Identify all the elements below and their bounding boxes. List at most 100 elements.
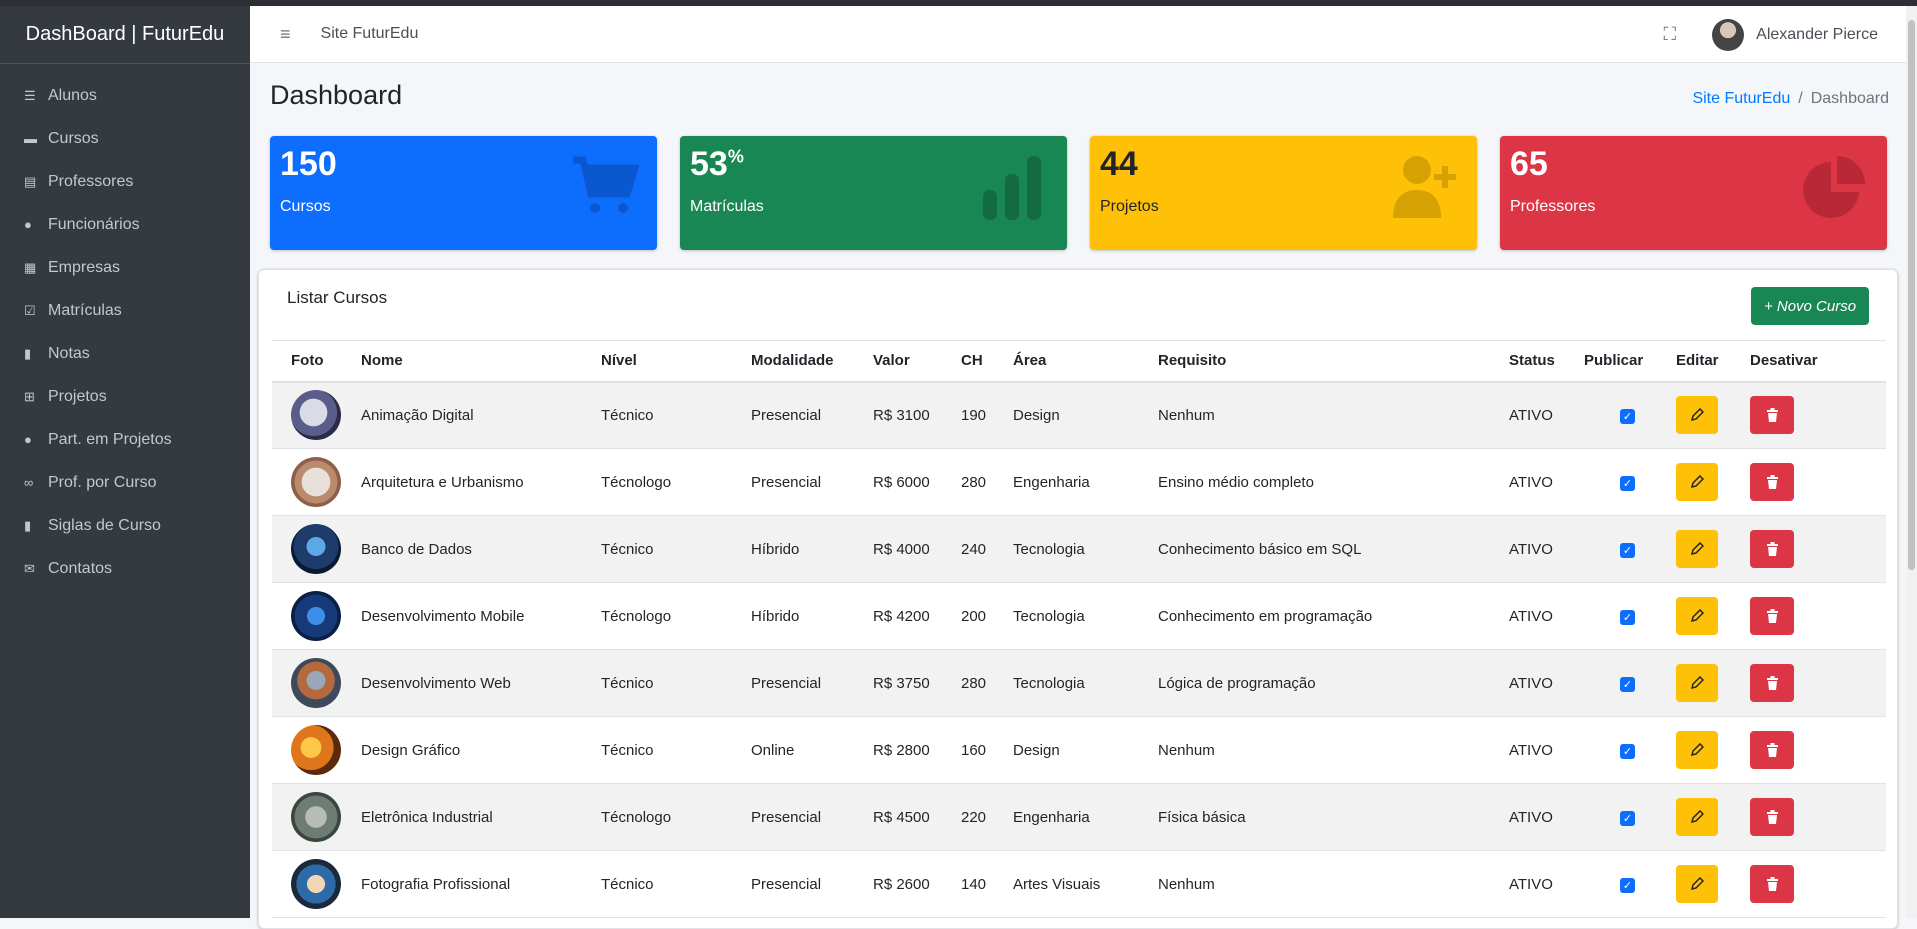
page-scrollbar[interactable] — [1906, 6, 1917, 918]
cell-modalidade: Presencial — [751, 448, 873, 516]
column-header-desativar[interactable]: Desativar — [1750, 340, 1886, 383]
publish-checkbox[interactable]: ✓ — [1620, 542, 1635, 558]
cell-nivel: Técnologo — [601, 582, 751, 650]
breadcrumb-link-site[interactable]: Site FuturEdu — [1692, 90, 1790, 107]
cell-ch: 200 — [961, 582, 1013, 650]
column-header-valor[interactable]: Valor — [873, 340, 961, 383]
edit-button[interactable] — [1676, 396, 1718, 435]
column-header-modalidade[interactable]: Modalidade — [751, 340, 873, 383]
deactivate-button[interactable] — [1750, 597, 1794, 635]
course-photo — [291, 792, 341, 842]
fullscreen-icon[interactable]: ⛶ — [1664, 24, 1677, 45]
course-photo — [291, 390, 341, 441]
sidebar-item-label: Alunos — [48, 86, 97, 104]
column-header-status[interactable]: Status — [1509, 340, 1584, 383]
deactivate-button[interactable] — [1750, 865, 1794, 903]
edit-button[interactable] — [1676, 865, 1718, 903]
sidebar-item-prof-por-curso[interactable]: ∞ Prof. por Curso — [0, 461, 250, 504]
deactivate-button[interactable] — [1750, 463, 1794, 501]
publish-checkbox[interactable]: ✓ — [1620, 743, 1635, 759]
edit-button[interactable] — [1676, 463, 1718, 501]
sidebar-item-alunos[interactable]: ☰ Alunos — [0, 74, 250, 117]
cell-nivel: Técnologo — [601, 448, 751, 516]
sidebar-item-projetos[interactable]: ⊞ Projetos — [0, 375, 250, 418]
publish-checkbox[interactable]: ✓ — [1620, 408, 1635, 424]
table-row: Banco de Dados Técnico Híbrido R$ 4000 240 Te… — [272, 515, 1886, 583]
edit-button[interactable] — [1676, 530, 1718, 568]
column-header-nome[interactable]: Nome — [361, 340, 601, 383]
publish-cell: ✓ — [1584, 381, 1676, 449]
column-header-editar[interactable]: Editar — [1676, 340, 1750, 383]
stat-box-projetos[interactable]: 44 Projetos — [1090, 136, 1477, 250]
column-header-foto[interactable]: Foto — [272, 340, 361, 383]
edit-cell — [1676, 381, 1750, 449]
photo-cell — [272, 381, 361, 449]
sidebar-item-label: Contatos — [48, 559, 113, 577]
column-header-ch[interactable]: CH — [961, 340, 1013, 383]
sidebar-item-funcionários[interactable]: ● Funcionários — [0, 203, 250, 246]
trash-icon — [1766, 676, 1778, 690]
sidebar-item-matrículas[interactable]: ☑ Matrículas — [0, 289, 250, 332]
publish-checkbox[interactable]: ✓ — [1620, 810, 1635, 826]
deactivate-button[interactable] — [1750, 530, 1794, 568]
publish-checkbox[interactable]: ✓ — [1620, 676, 1635, 692]
table-row: Arquitetura e Urbanismo Técnologo Presenci… — [272, 448, 1886, 516]
delete-cell — [1750, 850, 1886, 918]
cell-requisito: Conhecimento em programação — [1158, 582, 1509, 650]
edit-button[interactable] — [1676, 731, 1718, 769]
checklist-icon: ☑ — [24, 302, 36, 318]
cell-modalidade: Online — [751, 716, 873, 784]
sidebar-item-contatos[interactable]: ✉ Contatos — [0, 547, 250, 590]
sidebar-item-professores[interactable]: ▤ Professores — [0, 160, 250, 203]
edit-button[interactable] — [1676, 798, 1718, 836]
stat-box-matrículas[interactable]: 53% Matrículas — [680, 136, 1067, 250]
sidebar-item-empresas[interactable]: ▦ Empresas — [0, 246, 250, 289]
edit-button[interactable] — [1676, 664, 1718, 702]
user-list-icon: ☰ — [24, 87, 36, 103]
hamburger-menu-icon[interactable]: ≡ — [280, 24, 291, 45]
edit-button[interactable] — [1676, 597, 1718, 635]
sidebar-item-siglas-de-curso[interactable]: ▮ Siglas de Curso — [0, 504, 250, 547]
scrollbar-thumb[interactable] — [1908, 20, 1915, 570]
publish-checkbox[interactable]: ✓ — [1620, 475, 1635, 491]
deactivate-button[interactable] — [1750, 731, 1794, 769]
course-photo — [291, 658, 341, 708]
site-link[interactable]: Site FuturEdu — [321, 25, 419, 43]
pencil-icon — [1690, 743, 1704, 757]
brand-title[interactable]: DashBoard | FuturEdu — [0, 6, 250, 64]
column-header-requisito[interactable]: Requisito — [1158, 340, 1509, 383]
course-photo — [291, 859, 341, 909]
sidebar-item-label: Notas — [48, 344, 90, 362]
page-title: Dashboard — [270, 80, 403, 110]
sidebar-item-label: Professores — [48, 172, 134, 190]
stat-box-cursos[interactable]: 150 Cursos — [270, 136, 657, 250]
user-name[interactable]: Alexander Pierce — [1756, 26, 1878, 44]
deactivate-button[interactable] — [1750, 396, 1794, 435]
pencil-icon — [1690, 542, 1704, 556]
sidebar-item-cursos[interactable]: ▬ Cursos — [0, 117, 250, 160]
course-photo — [291, 524, 341, 574]
stat-box-professores[interactable]: 65 Professores — [1500, 136, 1887, 250]
photo-cell — [272, 582, 361, 650]
cell-nome: Desenvolvimento Mobile — [361, 582, 601, 650]
photo-cell — [272, 716, 361, 784]
column-header-publicar[interactable]: Publicar — [1584, 340, 1676, 383]
deactivate-button[interactable] — [1750, 798, 1794, 836]
sidebar-item-notas[interactable]: ▮ Notas — [0, 332, 250, 375]
pencil-icon — [1690, 877, 1704, 891]
user-avatar[interactable] — [1712, 18, 1745, 51]
publish-checkbox[interactable]: ✓ — [1620, 877, 1635, 893]
new-course-button[interactable]: + Novo Curso — [1751, 287, 1869, 325]
trash-icon — [1766, 877, 1778, 891]
photo-cell — [272, 448, 361, 516]
cell-nome: Animação Digital — [361, 381, 601, 449]
column-header-nível[interactable]: Nível — [601, 340, 751, 383]
course-photo — [291, 725, 341, 775]
publish-checkbox[interactable]: ✓ — [1620, 609, 1635, 625]
sidebar-item-part-em-projetos[interactable]: ● Part. em Projetos — [0, 418, 250, 461]
cell-nome: Eletrônica Industrial — [361, 783, 601, 851]
cell-valor: R$ 2800 — [873, 716, 961, 784]
deactivate-button[interactable] — [1750, 664, 1794, 702]
column-header-área[interactable]: Área — [1013, 340, 1158, 383]
cell-area: Tecnologia — [1013, 649, 1158, 717]
